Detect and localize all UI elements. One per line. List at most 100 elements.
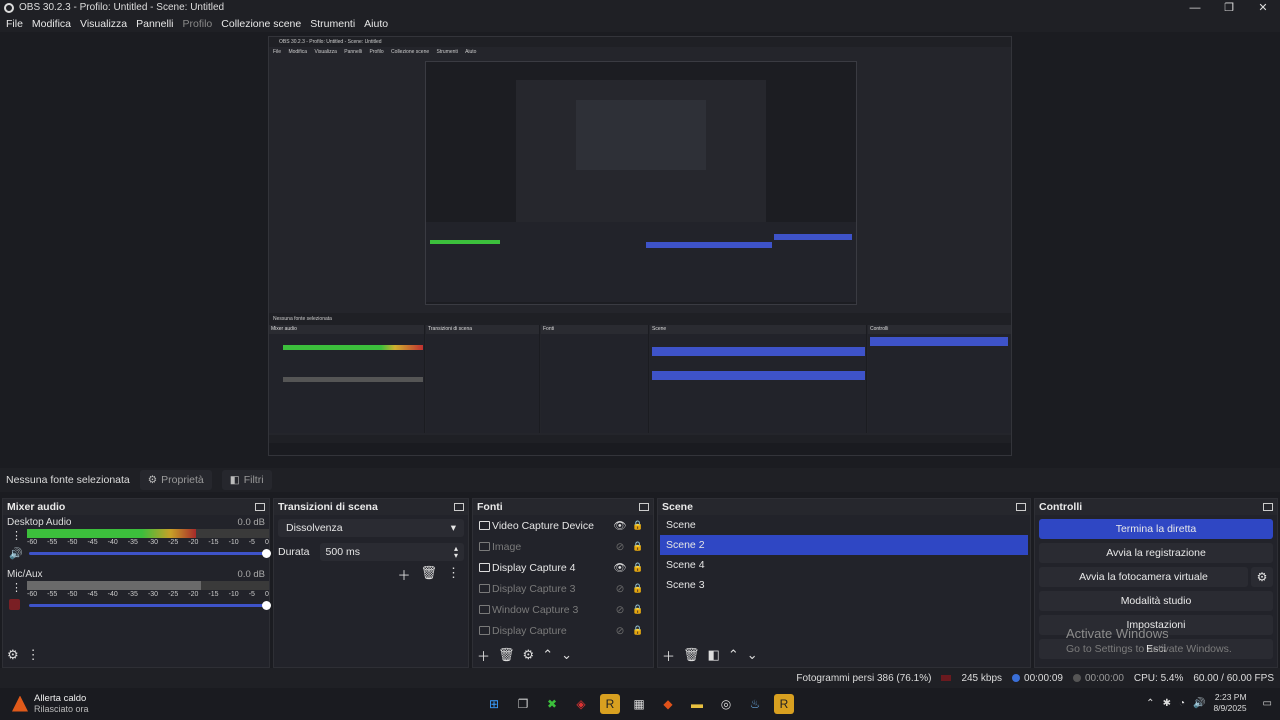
volume-icon[interactable]: 🔊 xyxy=(1193,698,1205,709)
chevron-up-icon[interactable]: ⌃ xyxy=(1146,698,1154,709)
eye-hidden-icon[interactable]: ⊘ xyxy=(611,583,629,595)
preview-canvas[interactable]: OBS 30.2.3 - Profilo: Untitled - Scene: … xyxy=(268,36,1012,456)
speaker-icon[interactable]: 🔊 xyxy=(9,547,23,560)
source-item[interactable]: Image ⊘ 🔒 xyxy=(473,536,653,557)
undock-icon[interactable] xyxy=(1016,503,1026,511)
source-item[interactable]: Video Capture Device 👁 🔒 xyxy=(473,515,653,536)
filter-icon[interactable]: ◧ xyxy=(708,647,720,663)
preview-dock-title: Fonti xyxy=(541,325,648,334)
media-app-icon[interactable]: ◈ xyxy=(571,694,591,714)
minimize-button[interactable]: — xyxy=(1178,0,1212,15)
eye-hidden-icon[interactable]: ⊘ xyxy=(611,541,629,553)
notification-icon[interactable]: ▭ xyxy=(1263,698,1272,709)
scale-tick: -15 xyxy=(208,539,219,546)
add-icon[interactable]: ＋ xyxy=(397,565,410,584)
app-r-icon[interactable]: R xyxy=(600,694,620,714)
maximize-button[interactable]: ❐ xyxy=(1212,0,1246,15)
source-item[interactable]: Display Capture 3 ⊘ 🔒 xyxy=(473,578,653,599)
undock-icon[interactable] xyxy=(639,503,649,511)
lock-icon[interactable]: 🔒 xyxy=(629,520,647,531)
eye-hidden-icon[interactable]: ⊘ xyxy=(611,625,629,637)
menu-profile[interactable]: Profilo xyxy=(183,18,213,30)
stop-streaming-button[interactable]: Termina la diretta xyxy=(1039,519,1273,539)
undock-icon[interactable] xyxy=(1263,503,1273,511)
scene-item[interactable]: Scene 3 xyxy=(660,575,1028,595)
studio-mode-button[interactable]: Modalità studio xyxy=(1039,591,1273,611)
steam-icon[interactable]: ♨ xyxy=(745,694,765,714)
gear-icon: ⚙ xyxy=(147,474,158,486)
more-options-icon[interactable]: ⋮ xyxy=(447,565,460,584)
start-recording-button[interactable]: Avvia la registrazione xyxy=(1039,543,1273,563)
task-view-icon[interactable]: ❐ xyxy=(513,694,533,714)
menu-docks[interactable]: Pannelli xyxy=(136,18,173,30)
preview-stop-button xyxy=(870,337,1008,346)
chrome-icon[interactable]: ◎ xyxy=(716,694,736,714)
slider-handle[interactable] xyxy=(262,601,271,610)
add-icon[interactable]: ＋ xyxy=(662,646,675,665)
menu-file[interactable]: File xyxy=(6,18,23,30)
filters-button[interactable]: ◧ Filtri xyxy=(221,470,272,490)
xbox-icon[interactable]: ✖ xyxy=(542,694,562,714)
scene-item-selected[interactable]: Scene 2 xyxy=(660,535,1028,555)
source-item[interactable]: Display Capture 4 👁 🔒 xyxy=(473,557,653,578)
bluetooth-icon[interactable]: ✱ xyxy=(1163,698,1171,709)
volume-slider[interactable] xyxy=(29,549,271,558)
scene-item[interactable]: Scene xyxy=(660,515,1028,535)
menu-help[interactable]: Aiuto xyxy=(364,18,388,30)
advanced-audio-icon[interactable]: ⚙ xyxy=(7,647,19,663)
source-item[interactable]: Window Capture 3 ⊘ 🔒 xyxy=(473,599,653,620)
app-r-active-icon[interactable]: R xyxy=(774,694,794,714)
spinner-icon[interactable]: ▴ ▾ xyxy=(454,545,458,560)
more-options-icon[interactable]: ⋮ xyxy=(11,529,22,542)
chevron-down-icon[interactable]: ⌄ xyxy=(561,647,572,663)
chevron-down-icon[interactable]: ⌄ xyxy=(747,647,758,663)
windows-start-icon[interactable]: ⊞ xyxy=(484,694,504,714)
source-item[interactable]: Display Capture ⊘ 🔒 xyxy=(473,620,653,641)
menu-tools[interactable]: Strumenti xyxy=(310,18,355,30)
menu-view[interactable]: Visualizza xyxy=(80,18,127,30)
duration-input[interactable]: 500 ms ▴ ▾ xyxy=(319,543,464,561)
lock-icon[interactable]: 🔒 xyxy=(629,562,647,573)
obs-logo-icon xyxy=(4,2,14,13)
trash-icon[interactable]: 🗑 xyxy=(683,647,700,663)
chevron-up-icon[interactable]: ⌃ xyxy=(542,647,553,663)
trash-icon[interactable]: 🗑 xyxy=(420,565,437,584)
monitor-icon xyxy=(479,584,490,593)
menu-edit[interactable]: Modifica xyxy=(32,18,71,30)
undock-icon[interactable] xyxy=(454,503,464,511)
eye-icon[interactable]: 👁 xyxy=(611,561,629,574)
dock-footer: ＋ 🗑 ⚙ ⌃ ⌄ xyxy=(473,643,653,667)
eye-icon[interactable]: 👁 xyxy=(611,519,629,532)
gear-icon[interactable]: ⚙ xyxy=(523,647,535,663)
properties-button[interactable]: ⚙ Proprietà xyxy=(139,470,212,490)
lock-icon[interactable]: 🔒 xyxy=(629,541,647,552)
file-explorer-icon[interactable]: ▬ xyxy=(687,694,707,714)
eye-hidden-icon[interactable]: ⊘ xyxy=(611,604,629,616)
trash-icon[interactable]: 🗑 xyxy=(498,647,515,663)
more-options-icon[interactable]: ⋮ xyxy=(11,581,22,594)
scene-item[interactable]: Scene 4 xyxy=(660,555,1028,575)
menu-scene-collection[interactable]: Collezione scene xyxy=(221,18,301,30)
undock-icon[interactable] xyxy=(255,503,265,511)
virtual-camera-button[interactable]: Avvia la fotocamera virtuale xyxy=(1039,567,1248,587)
slider-handle[interactable] xyxy=(262,549,271,558)
clock[interactable]: 2:23 PM 8/9/2025 xyxy=(1213,692,1246,714)
muted-icon[interactable] xyxy=(9,599,20,610)
lock-icon[interactable]: 🔒 xyxy=(629,583,647,594)
gear-icon[interactable]: ⚙ xyxy=(1251,567,1273,587)
taskbar-apps: ⊞ ❐ ✖ ◈ R ▦ ◆ ▬ ◎ ♨ R xyxy=(484,694,803,714)
mixer-menu-icon[interactable]: ⋮ xyxy=(27,647,40,663)
lock-icon[interactable]: 🔒 xyxy=(629,604,647,615)
brave-browser-icon[interactable]: ◆ xyxy=(658,694,678,714)
chevron-up-icon[interactable]: ⌃ xyxy=(728,647,739,663)
wifi-icon[interactable]: ◔ xyxy=(1179,698,1185,709)
lock-icon[interactable]: 🔒 xyxy=(629,625,647,636)
preview-area[interactable]: OBS 30.2.3 - Profilo: Untitled - Scene: … xyxy=(0,32,1280,464)
channel-db: 0.0 dB xyxy=(237,517,265,528)
transition-select[interactable]: Dissolvenza ▾ xyxy=(278,519,464,537)
calendar-icon[interactable]: ▦ xyxy=(629,694,649,714)
volume-slider[interactable] xyxy=(29,601,271,610)
add-icon[interactable]: ＋ xyxy=(477,646,490,665)
weather-widget[interactable]: Allerta caldo Rilasciato ora xyxy=(12,693,89,714)
close-button[interactable]: ✕ xyxy=(1246,0,1280,15)
